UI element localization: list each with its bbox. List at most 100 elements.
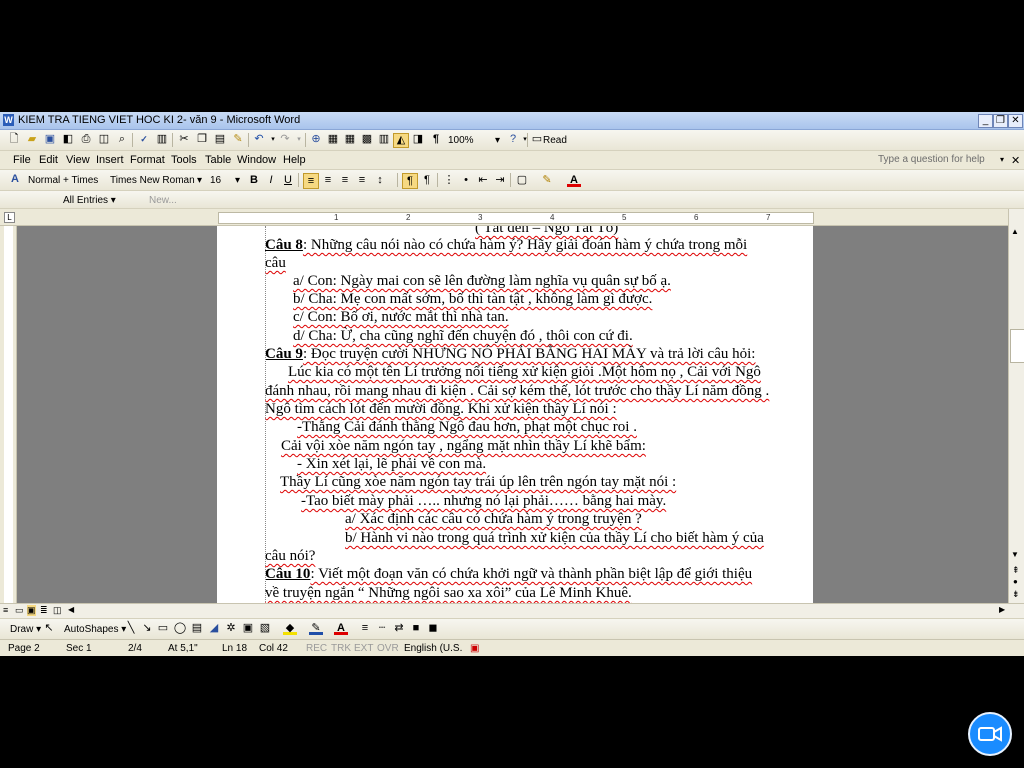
document-line[interactable]: a/ Con: Ngày mai con sẽ lên đường làm ng… xyxy=(293,273,671,290)
vertical-scrollbar[interactable]: ▲ ▼ ⇞ ● ⇟ xyxy=(1008,209,1024,604)
minimize-button[interactable]: _ xyxy=(978,114,993,128)
document-line[interactable]: về truyện ngắn “ Những ngôi sao xa xôi” … xyxy=(265,585,632,602)
document-line[interactable]: Thầy Lí cũng xòe năm ngón tay trái úp lê… xyxy=(280,474,676,491)
menu-format[interactable]: Format xyxy=(130,154,165,166)
web-layout-icon[interactable]: ▭ xyxy=(15,605,24,616)
autotext-new-button[interactable]: New... xyxy=(148,193,178,209)
save-icon[interactable]: ▣ xyxy=(43,133,57,146)
fill-color-icon[interactable]: ◆ xyxy=(283,622,297,635)
tables-borders-icon[interactable]: ▦ xyxy=(326,133,340,146)
document-line[interactable]: đánh nhau, rồi mang nhau đi kiện . Cải s… xyxy=(265,383,769,400)
previous-page-icon[interactable]: ⇞ xyxy=(1012,565,1020,576)
increase-indent-icon[interactable]: ⇥ xyxy=(493,173,507,187)
font-size-select[interactable]: 16 ▾ xyxy=(209,173,243,189)
help-question-box[interactable]: Type a question for help xyxy=(878,154,985,165)
columns-icon[interactable]: ▥ xyxy=(377,133,391,146)
scroll-up-icon[interactable]: ▲ xyxy=(1011,227,1019,236)
research-icon[interactable]: ⌕ xyxy=(115,133,129,146)
autoshapes-button[interactable]: AutoShapes ▾ xyxy=(63,622,127,638)
document-line[interactable]: Câu 9: Đọc truyện cười NHƯNG NÓ PHẢI BẰN… xyxy=(265,346,755,363)
align-left-icon[interactable]: ≡ xyxy=(303,173,319,189)
document-line[interactable]: Câu 10: Viết một đoạn văn có chứa khởi n… xyxy=(265,566,752,583)
menu-tools[interactable]: Tools xyxy=(171,154,197,166)
document-line[interactable]: câu xyxy=(265,255,286,272)
ltr-icon[interactable]: ¶ xyxy=(402,173,418,189)
permission-icon[interactable]: ◧ xyxy=(61,133,75,146)
document-line[interactable]: -Tao biết mày phải ….. nhưng nó lại phải… xyxy=(301,493,666,510)
diagram-icon[interactable]: ✲ xyxy=(224,622,238,635)
print-icon[interactable]: ⎙ xyxy=(79,133,93,146)
reading-layout-icon[interactable]: ◫ xyxy=(53,605,62,616)
dash-style-icon[interactable]: ┄ xyxy=(375,622,389,635)
font-color-drawing-icon[interactable]: A xyxy=(334,622,348,635)
picture-icon[interactable]: ▧ xyxy=(258,622,272,635)
numbering-icon[interactable]: ⋮ xyxy=(442,173,456,187)
borders-icon[interactable]: ▢ xyxy=(515,173,529,187)
3d-style-icon[interactable]: ◼ xyxy=(426,622,440,635)
outline-view-icon[interactable]: ≣ xyxy=(40,605,48,616)
underline-button[interactable]: U xyxy=(281,173,295,187)
paste-icon[interactable]: ▤ xyxy=(213,133,227,146)
select-objects-icon[interactable]: ↖ xyxy=(42,622,56,635)
next-page-icon[interactable]: ⇟ xyxy=(1012,589,1020,600)
document-line[interactable]: c/ Con: Bố ơi, nước mắt thì nhà tan. xyxy=(293,309,509,326)
zoom-select[interactable]: 100% ▾ xyxy=(447,133,503,149)
redo-dropdown-icon[interactable]: ▾ xyxy=(292,133,306,146)
cut-icon[interactable]: ✂ xyxy=(177,133,191,146)
document-line[interactable]: d/ Cha: Ừ, cha cũng nghĩ đến chuyện đó ,… xyxy=(293,328,633,345)
insert-excel-icon[interactable]: ▩ xyxy=(360,133,374,146)
scroll-thumb[interactable] xyxy=(1010,329,1024,363)
bold-button[interactable]: B xyxy=(247,173,261,187)
menu-window[interactable]: Window xyxy=(237,154,276,166)
document-line[interactable]: b/ Hành vi nào trong quá trình xử kiện c… xyxy=(345,530,764,547)
document-line[interactable]: a/ Xác định các câu có chứa hàm ý trong … xyxy=(345,511,642,528)
arrow-icon[interactable]: ↘ xyxy=(140,622,154,635)
spelling-icon[interactable]: ✓ xyxy=(137,133,151,146)
new-document-icon[interactable]: 🗋 xyxy=(7,133,21,146)
document-line[interactable]: b/ Cha: Mẹ con mất sớm, bố thì tàn tật ,… xyxy=(293,291,652,308)
vertical-ruler[interactable] xyxy=(0,226,17,604)
rtl-icon[interactable]: ¶ xyxy=(420,173,434,187)
decrease-indent-icon[interactable]: ⇤ xyxy=(476,173,490,187)
print-layout-icon[interactable]: ▣ xyxy=(27,605,36,616)
menu-table[interactable]: Table xyxy=(205,154,231,166)
text-box-icon[interactable]: ▤ xyxy=(190,622,204,635)
oval-icon[interactable]: ◯ xyxy=(173,622,187,635)
italic-button[interactable]: I xyxy=(264,173,278,187)
menu-file[interactable]: File xyxy=(13,154,31,166)
open-folder-icon[interactable]: ▰ xyxy=(25,133,39,146)
document-line[interactable]: ( Tắt đèn – Ngô Tất Tố) xyxy=(475,226,618,237)
drawing-icon[interactable]: ◭ xyxy=(393,133,409,148)
tab-selector-icon[interactable]: L xyxy=(4,212,15,223)
rectangle-icon[interactable]: ▭ xyxy=(156,622,170,635)
menu-view[interactable]: View xyxy=(66,154,90,166)
scroll-down-icon[interactable]: ▼ xyxy=(1011,550,1019,559)
document-page[interactable]: ( Tắt đèn – Ngô Tất Tố) Câu 8: Những câu … xyxy=(217,226,813,604)
select-browse-object-icon[interactable]: ● xyxy=(1013,577,1018,586)
justify-icon[interactable]: ≡ xyxy=(355,173,369,187)
status-rec[interactable]: REC xyxy=(306,643,327,654)
align-center-icon[interactable]: ≡ xyxy=(321,173,335,187)
research-book-icon[interactable]: ▥ xyxy=(155,133,169,146)
redo-icon[interactable]: ↷ xyxy=(278,133,292,146)
insert-table-icon[interactable]: ▦ xyxy=(343,133,357,146)
undo-icon[interactable]: ↶ xyxy=(252,133,266,146)
document-line[interactable]: câu nói? xyxy=(265,548,315,565)
document-line[interactable]: Lúc kia có một tên Lí trưởng nổi tiếng x… xyxy=(288,364,761,381)
document-line[interactable]: Cải vội xòe năm ngón tay , ngẩng mặt nhì… xyxy=(281,438,646,455)
document-line[interactable]: Câu 8: Những câu nói nào có chứa hàm ý? … xyxy=(265,237,747,254)
arrow-style-icon[interactable]: ⇄ xyxy=(392,622,406,635)
bullets-icon[interactable]: • xyxy=(459,173,473,187)
status-ovr[interactable]: OVR xyxy=(377,643,399,654)
menu-insert[interactable]: Insert xyxy=(96,154,124,166)
highlight-icon[interactable]: ✎ xyxy=(540,173,554,187)
document-map-icon[interactable]: ◨ xyxy=(411,133,425,146)
line-color-icon[interactable]: ✎ xyxy=(309,622,323,635)
print-preview-icon[interactable]: ◫ xyxy=(97,133,111,146)
close-document-button[interactable]: ✕ xyxy=(1011,154,1020,167)
restore-button[interactable]: ❐ xyxy=(993,114,1008,128)
document-line[interactable]: Ngô tìm cách lót đến mười đồng. Khi xử k… xyxy=(265,401,617,418)
scroll-right-icon[interactable]: ▶ xyxy=(999,605,1005,614)
status-ext[interactable]: EXT xyxy=(354,643,373,654)
font-select[interactable]: Times New Roman ▾ xyxy=(109,173,205,189)
